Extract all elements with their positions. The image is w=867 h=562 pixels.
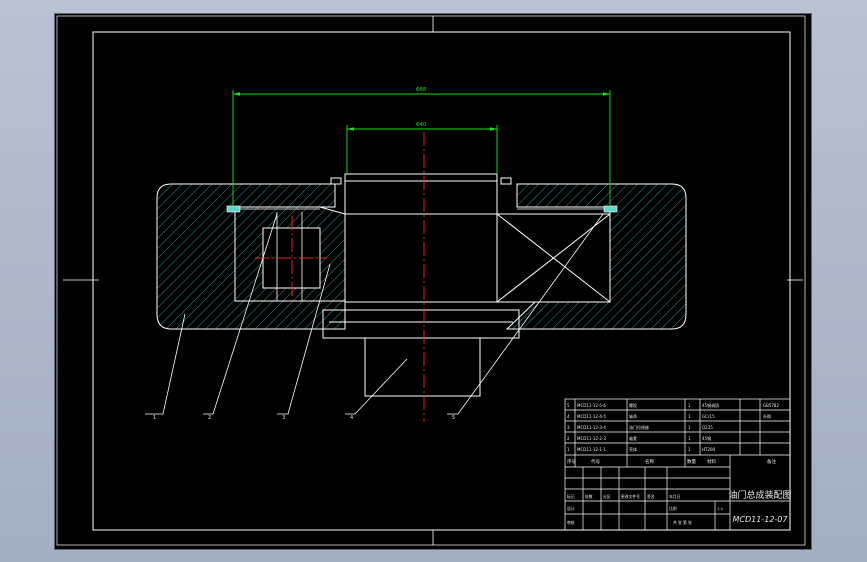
part-material: 45钢调质 bbox=[702, 402, 719, 408]
part-name: 轴承 bbox=[629, 413, 637, 419]
part-material: GCr15 bbox=[702, 414, 715, 419]
approval-mark: 标记 bbox=[567, 494, 575, 499]
dimension-inner-width: Φ40 bbox=[416, 122, 426, 128]
housing-right-section bbox=[505, 183, 687, 330]
dimension-overall-width: Φ88 bbox=[416, 87, 426, 93]
part-code: MCD11-12-4-5 bbox=[577, 414, 606, 419]
part-code: MCD11-12-2-3 bbox=[577, 436, 606, 441]
part-index: 1 bbox=[567, 447, 570, 452]
approval-zone: 分区 bbox=[603, 494, 611, 499]
design-label: 设计 bbox=[567, 506, 575, 511]
part-index: 2 bbox=[567, 436, 570, 441]
part-index: 4 bbox=[567, 414, 570, 419]
shaft bbox=[322, 173, 520, 397]
approval-date: 年月日 bbox=[669, 494, 681, 499]
leader-label: 4 bbox=[350, 415, 353, 421]
approval-sign: 签名 bbox=[647, 494, 655, 499]
part-qty: 1 bbox=[688, 403, 691, 408]
assembly-drawing: Φ88 Φ40 1 2 3 4 5 5 MCD11-12-5-6 螺栓 1 45… bbox=[56, 15, 806, 546]
leader-label: 5 bbox=[452, 415, 455, 421]
header-note: 备注 bbox=[767, 458, 776, 465]
part-index: 3 bbox=[567, 425, 570, 430]
part-qty: 1 bbox=[688, 436, 691, 441]
part-name: 轴套 bbox=[629, 435, 637, 441]
scale-label: 比例 bbox=[669, 506, 677, 511]
header-name: 名称 bbox=[645, 458, 654, 465]
part-qty: 1 bbox=[688, 447, 691, 452]
drawing-title: 油门总成装配图 bbox=[728, 489, 791, 501]
leader-label: 1 bbox=[153, 415, 156, 421]
part-material: 45钢 bbox=[702, 435, 711, 441]
part-material: HT200 bbox=[702, 447, 716, 452]
header-qty: 数量 bbox=[687, 458, 696, 465]
approval-count: 处数 bbox=[585, 494, 593, 499]
part-index: 5 bbox=[567, 403, 570, 408]
header-index: 序号 bbox=[567, 458, 576, 465]
approval-doc: 更改文件号 bbox=[621, 494, 640, 499]
part-name: 螺栓 bbox=[629, 402, 637, 408]
leader-labels: 1 2 3 4 5 bbox=[153, 415, 455, 421]
part-code: MCD11-12-1-1 bbox=[577, 447, 606, 452]
part-code: MCD11-12-5-6 bbox=[577, 403, 606, 408]
part-code: MCD11-12-3-4 bbox=[577, 425, 606, 430]
leader-label: 3 bbox=[282, 415, 285, 421]
scale-value: 1:1 bbox=[717, 506, 724, 511]
sheet-label: 共 张 第 张 bbox=[673, 520, 692, 525]
part-material: Q235 bbox=[702, 425, 713, 430]
leader-label: 2 bbox=[208, 415, 211, 421]
part-name: 壳体 bbox=[629, 446, 637, 452]
header-code: 代号 bbox=[591, 458, 600, 465]
part-note: GB5782 bbox=[763, 403, 779, 408]
part-qty: 1 bbox=[688, 414, 691, 419]
part-name: 油门拉线座 bbox=[629, 424, 649, 430]
part-qty: 1 bbox=[688, 425, 691, 430]
check-label: 审核 bbox=[567, 520, 575, 525]
header-material: 材料 bbox=[707, 458, 716, 465]
part-note: 外购 bbox=[763, 413, 771, 419]
drawing-number: MCD11-12-07 bbox=[733, 515, 789, 524]
title-block: 5 MCD11-12-5-6 螺栓 1 45钢调质 GB5782 4 MCD11… bbox=[564, 398, 792, 531]
cad-viewport[interactable]: Φ88 Φ40 1 2 3 4 5 5 MCD11-12-5-6 螺栓 1 45… bbox=[55, 14, 811, 549]
